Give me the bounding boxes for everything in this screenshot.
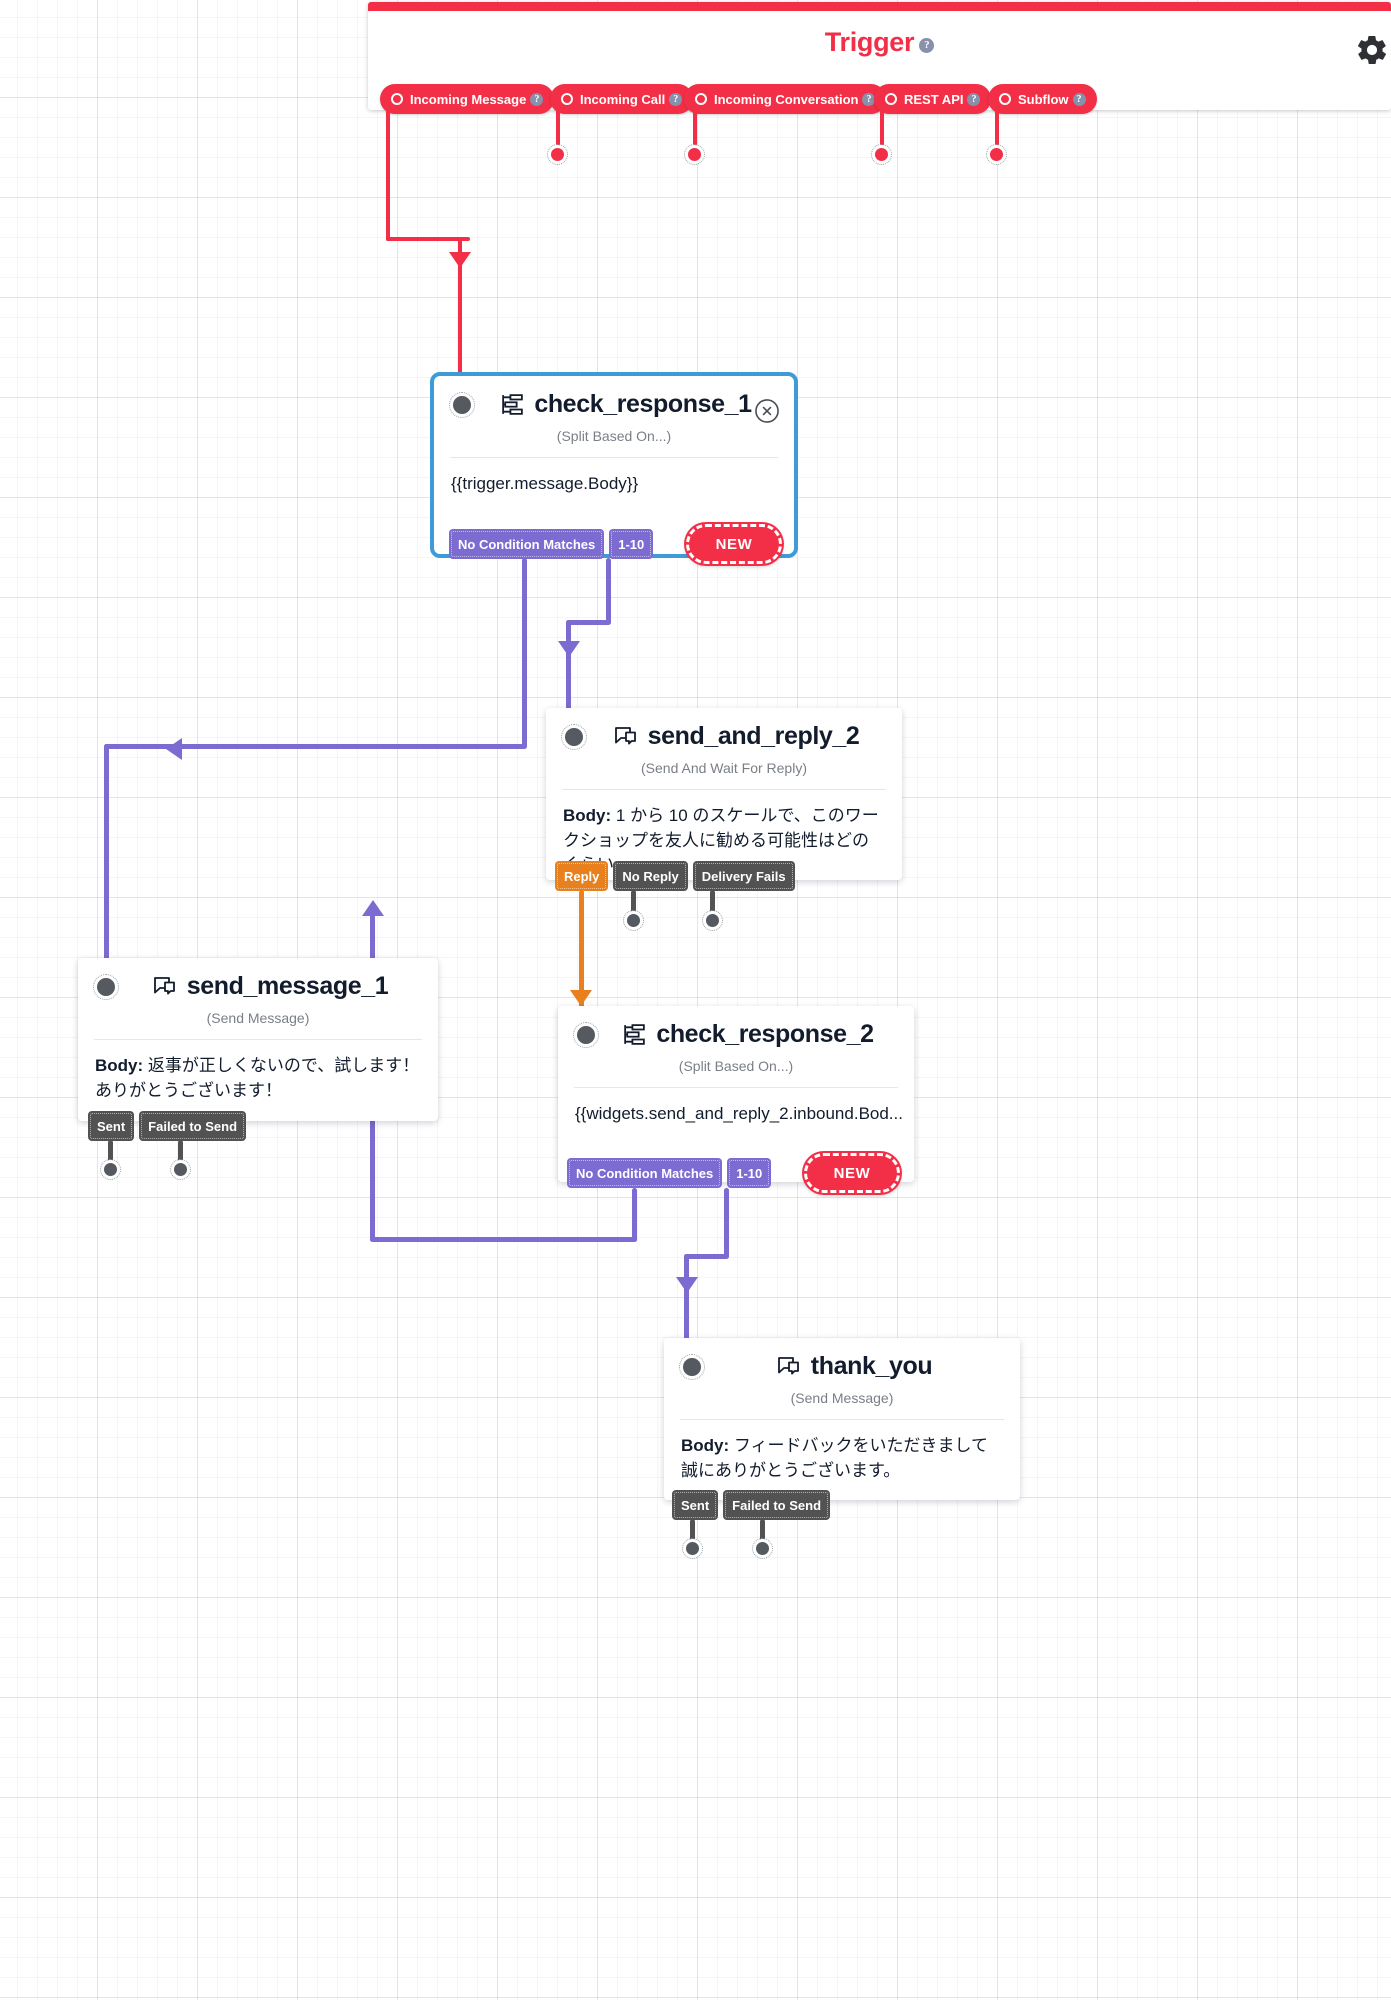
node-title-text: send_and_reply_2 bbox=[647, 722, 860, 750]
node-body: {{widgets.send_and_reply_2.inbound.Bod..… bbox=[575, 1104, 903, 1123]
node-title: check_response_2 bbox=[598, 1020, 898, 1049]
node-title-text: check_response_1 bbox=[534, 390, 752, 418]
transition-1-10[interactable]: 1-10 bbox=[727, 1158, 772, 1188]
message-bubble-icon bbox=[777, 1356, 799, 1374]
body-label: Body: bbox=[681, 1436, 730, 1455]
split-icon bbox=[502, 394, 524, 415]
transition-no-condition-matches[interactable]: No Condition Matches bbox=[567, 1158, 723, 1188]
transition-failed-to-send[interactable]: Failed to Send bbox=[139, 1111, 247, 1141]
node-body: Body: 返事が正しくないので、試します！ありがとうございます！ bbox=[78, 1040, 438, 1120]
close-icon[interactable] bbox=[754, 398, 780, 424]
transitions-thank-you: Sent Failed to Send bbox=[672, 1490, 831, 1520]
trigger-pill-incoming-message[interactable]: Incoming Message ? bbox=[380, 84, 555, 114]
trigger-pill-label: Incoming Conversation bbox=[714, 91, 859, 107]
help-icon[interactable]: ? bbox=[669, 92, 683, 106]
transitions-send-and-reply-2: Reply No Reply Delivery Fails bbox=[555, 861, 795, 891]
endpoint-dot-rest-api[interactable] bbox=[871, 144, 892, 165]
transition-no-condition-matches[interactable]: No Condition Matches bbox=[449, 529, 605, 559]
trigger-pill-rest-api[interactable]: REST API ? bbox=[874, 84, 992, 114]
transitions-check-response-2: No Condition Matches 1-10 bbox=[567, 1158, 772, 1188]
node-subtitle: (Split Based On...) bbox=[556, 428, 672, 444]
transition-no-reply[interactable]: No Reply bbox=[613, 861, 688, 891]
node-title: send_message_1 bbox=[118, 972, 422, 1001]
input-connector-dot[interactable] bbox=[561, 723, 587, 750]
message-bubble-icon bbox=[153, 976, 175, 994]
node-subtitle: (Send And Wait For Reply) bbox=[641, 760, 807, 776]
transition-1-10[interactable]: 1-10 bbox=[609, 529, 654, 559]
help-icon[interactable]: ? bbox=[1072, 92, 1086, 106]
trigger-pill-incoming-conversation[interactable]: Incoming Conversation ? bbox=[684, 84, 887, 114]
endpoint-dot-sent-1[interactable] bbox=[100, 1159, 121, 1180]
node-header: check_response_1 bbox=[434, 376, 794, 423]
endpoint-dot-no-reply[interactable] bbox=[623, 910, 644, 931]
connector-incoming-call-stub bbox=[556, 103, 560, 151]
trigger-pill-label: REST API bbox=[904, 91, 964, 107]
flow-canvas[interactable]: Trigger? Incoming Message ? Incoming Cal… bbox=[0, 0, 1391, 2000]
new-badge-check-response-2[interactable]: NEW bbox=[804, 1153, 900, 1193]
input-connector-dot[interactable] bbox=[679, 1353, 705, 1380]
trigger-widget[interactable]: Trigger? Incoming Message ? Incoming Cal… bbox=[368, 2, 1391, 114]
node-title-text: thank_you bbox=[810, 1352, 933, 1380]
connector-subflow-stub bbox=[995, 103, 999, 151]
body-text: 返事が正しくないので、試します！ありがとうございます！ bbox=[95, 1056, 420, 1100]
radio-icon bbox=[999, 93, 1011, 105]
node-title-text: check_response_2 bbox=[656, 1020, 874, 1048]
endpoint-dot-incoming-call[interactable] bbox=[547, 144, 568, 165]
split-icon bbox=[624, 1024, 646, 1045]
message-bubble-icon bbox=[614, 726, 636, 744]
trigger-title-text: Trigger bbox=[824, 27, 915, 57]
gear-icon[interactable] bbox=[1355, 33, 1389, 67]
connector-rest-api-stub bbox=[880, 103, 884, 151]
trigger-pill-label: Incoming Message bbox=[410, 91, 527, 107]
transition-delivery-fails[interactable]: Delivery Fails bbox=[692, 861, 795, 891]
node-header: check_response_2 bbox=[558, 1006, 914, 1049]
trigger-pill-label: Subflow bbox=[1018, 91, 1069, 107]
endpoint-dot-subflow[interactable] bbox=[986, 144, 1007, 165]
help-icon[interactable]: ? bbox=[530, 92, 544, 106]
transition-sent[interactable]: Sent bbox=[88, 1111, 135, 1141]
node-title: send_and_reply_2 bbox=[586, 722, 886, 751]
transition-reply[interactable]: Reply bbox=[555, 861, 609, 891]
new-badge-check-response-1[interactable]: NEW bbox=[686, 524, 782, 564]
node-subtitle: (Split Based On...) bbox=[678, 1058, 794, 1074]
node-body: {{trigger.message.Body}} bbox=[451, 474, 639, 493]
endpoint-dot-failed-to-send-1[interactable] bbox=[170, 1159, 191, 1180]
node-thank-you[interactable]: thank_you (Send Message) Body: フィードバックをい… bbox=[664, 1338, 1020, 1500]
node-header: send_and_reply_2 bbox=[546, 708, 902, 751]
endpoint-dot-incoming-conversation[interactable] bbox=[684, 144, 705, 165]
radio-icon bbox=[885, 93, 897, 105]
trigger-help-icon[interactable]: ? bbox=[919, 38, 935, 53]
node-body: Body: フィードバックをいただきまして誠にありがとうございます。 bbox=[664, 1420, 1020, 1500]
help-icon[interactable]: ? bbox=[967, 92, 981, 106]
connector-incoming-conversation-stub bbox=[693, 103, 697, 151]
body-label: Body: bbox=[95, 1056, 144, 1075]
transitions-send-message-1: Sent Failed to Send bbox=[88, 1111, 247, 1141]
transitions-check-response-1: No Condition Matches 1-10 bbox=[449, 529, 654, 559]
trigger-pill-label: Incoming Call bbox=[580, 91, 666, 107]
trigger-pill-subflow[interactable]: Subflow ? bbox=[988, 84, 1097, 114]
node-subtitle: (Send Message) bbox=[206, 1010, 310, 1026]
node-title-text: send_message_1 bbox=[186, 972, 389, 1000]
transition-sent[interactable]: Sent bbox=[672, 1490, 719, 1520]
body-label: Body: bbox=[563, 806, 612, 825]
node-send-and-reply-2[interactable]: send_and_reply_2 (Send And Wait For Repl… bbox=[546, 708, 902, 880]
radio-icon bbox=[561, 93, 573, 105]
node-send-message-1[interactable]: send_message_1 (Send Message) Body: 返事が正… bbox=[78, 958, 438, 1121]
node-header: send_message_1 bbox=[78, 958, 438, 1001]
node-subtitle: (Send Message) bbox=[790, 1390, 894, 1406]
trigger-title: Trigger? bbox=[368, 27, 1391, 58]
node-title: check_response_1 bbox=[474, 390, 778, 419]
transition-failed-to-send[interactable]: Failed to Send bbox=[723, 1490, 831, 1520]
input-connector-dot[interactable] bbox=[449, 391, 475, 418]
input-connector-dot[interactable] bbox=[93, 973, 119, 1000]
endpoint-dot-sent-2[interactable] bbox=[682, 1538, 703, 1559]
endpoint-dot-failed-to-send-2[interactable] bbox=[752, 1538, 773, 1559]
radio-icon bbox=[391, 93, 403, 105]
trigger-pill-incoming-call[interactable]: Incoming Call ? bbox=[550, 84, 694, 114]
node-header: thank_you bbox=[664, 1338, 1020, 1381]
node-title: thank_you bbox=[704, 1352, 1004, 1381]
input-connector-dot[interactable] bbox=[573, 1021, 599, 1048]
endpoint-dot-delivery-fails[interactable] bbox=[702, 910, 723, 931]
